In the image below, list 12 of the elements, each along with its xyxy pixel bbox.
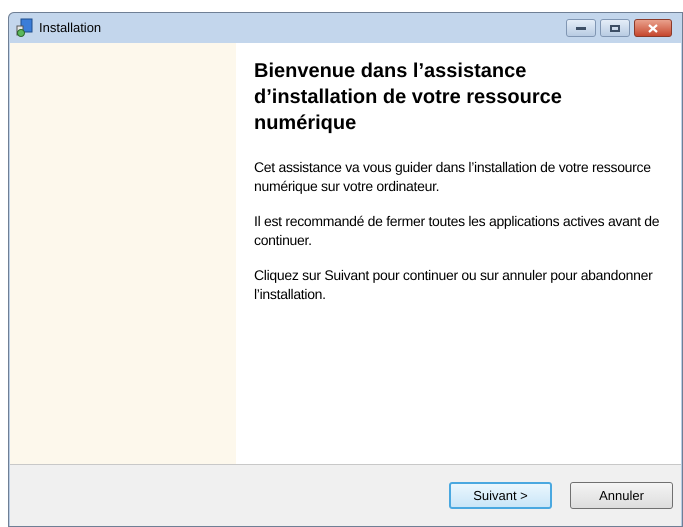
window-title: Installation [39, 19, 102, 38]
maximize-button[interactable] [600, 19, 630, 37]
dialog-button[interactable]: Suivant > [449, 482, 552, 509]
close-icon [648, 24, 658, 32]
dialog-button[interactable]: Annuler [570, 482, 673, 509]
close-button[interactable] [634, 19, 672, 37]
minimize-button[interactable] [566, 19, 596, 37]
paragraph: Il est recommandé de fermer toutes les applications actives avant de continuer. [254, 212, 660, 250]
paragraph: Cliquez sur Suivant pour continuer ou sur annuler pour abandonner l’installation. [254, 266, 654, 304]
installer-icon [15, 18, 35, 38]
heading: Bienvenue dans l’assistance d’installation de votre ressource numérique [254, 59, 563, 136]
paragraph: Cet assistance va vous guider dans l’installation de votre ressource numérique sur votre ordinateur. [254, 158, 652, 196]
